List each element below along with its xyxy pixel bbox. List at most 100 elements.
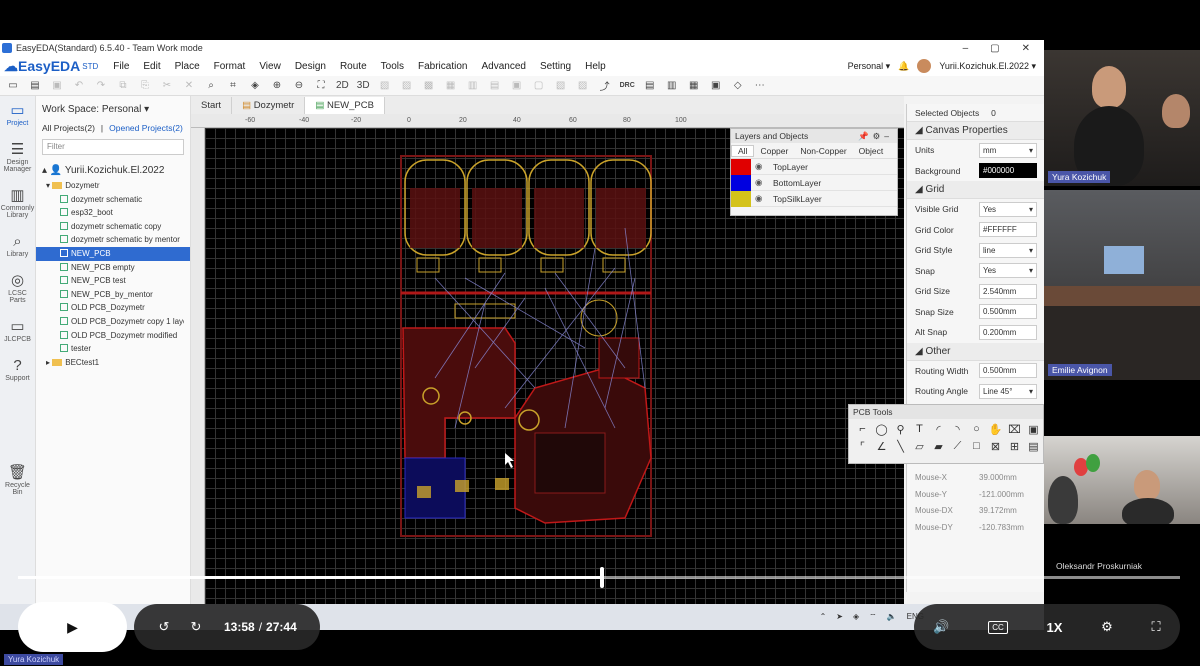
rail-jlcpcb[interactable]: ▭ JLCPCB (0, 318, 36, 343)
new-icon[interactable]: ▭ (6, 80, 20, 91)
image-icon[interactable]: ▣ (709, 80, 723, 91)
units-select[interactable]: mm ▾ (979, 142, 1037, 158)
tree-file[interactable]: tester (42, 342, 184, 356)
fit-icon[interactable]: ⛶ (314, 80, 328, 91)
menu-view[interactable]: View (252, 61, 288, 72)
tray-up-icon[interactable]: ⌃ (820, 612, 827, 622)
tool-icon[interactable]: ▨ (400, 80, 414, 91)
gerber-icon[interactable]: ▥ (665, 80, 679, 91)
workspace-dropdown[interactable]: Work Space: Personal ▾ (42, 104, 184, 115)
layer-row-topsilk[interactable]: ◉ TopSilkLayer (731, 190, 897, 207)
layers-tab-all[interactable]: All (731, 144, 755, 157)
layer-row-top[interactable]: ◉ TopLayer (731, 158, 897, 175)
menu-advanced[interactable]: Advanced (474, 61, 532, 72)
close-button[interactable]: ✕ (1022, 43, 1030, 54)
cut-icon[interactable]: ✂ (160, 80, 174, 91)
captions-button[interactable]: CC (988, 620, 1008, 634)
grid-header[interactable]: ◢ Grid (907, 181, 1044, 199)
avatar[interactable] (917, 59, 932, 73)
volume-icon[interactable]: 🔈 (887, 612, 897, 622)
grid-size-input[interactable]: 2.540mm (979, 283, 1037, 299)
view-3d-button[interactable]: 3D (357, 80, 370, 91)
rail-commonly-library[interactable]: ▥ Commonly Library (0, 187, 36, 219)
view-2d-button[interactable]: 2D (336, 80, 349, 91)
circle-icon[interactable]: ○ (967, 423, 986, 436)
rail-support[interactable]: ? Support (0, 357, 36, 382)
tree-file[interactable]: NEW_PCB test (42, 274, 184, 288)
tray-app-icon[interactable]: ◈ (853, 612, 859, 622)
angle-icon[interactable]: ∠ (872, 440, 891, 453)
copper-area-icon[interactable]: ▱ (910, 440, 929, 453)
workspace-selector[interactable]: Personal ▾ (848, 61, 891, 72)
measure-icon[interactable]: ⟋ (948, 440, 967, 453)
tab-start[interactable]: Start (191, 97, 233, 114)
zoom-out-icon[interactable]: ⊖ (292, 80, 306, 91)
opened-projects-link[interactable]: Opened Projects(2) (109, 123, 183, 133)
tree-file[interactable]: NEW_PCB_by_mentor (42, 288, 184, 302)
menu-edit[interactable]: Edit (136, 61, 167, 72)
tree-file[interactable]: NEW_PCB empty (42, 261, 184, 275)
forward-10-icon[interactable]: ↻ (180, 619, 212, 635)
user-menu[interactable]: Yurii.Kozichuk.El.2022 ▾ (939, 61, 1036, 72)
track-icon[interactable]: ⌐ (853, 423, 872, 436)
tab-new-pcb[interactable]: ▤ NEW_PCB (305, 97, 385, 114)
search-icon[interactable]: ⌕ (204, 80, 218, 91)
zoom-in-icon[interactable]: ⊕ (270, 80, 284, 91)
hole-icon[interactable]: ⊠ (986, 440, 1005, 453)
paste-icon[interactable]: ⎘ (138, 80, 152, 91)
hand-icon[interactable]: ✋ (986, 423, 1005, 436)
rail-recycle-bin[interactable]: 🗑 Recycle Bin (0, 464, 36, 496)
route-icon[interactable]: ⤴ (598, 78, 612, 93)
tool-icon[interactable]: ▧ (554, 80, 568, 91)
tool-icon[interactable]: ▦ (444, 80, 458, 91)
eye-icon[interactable]: ◉ (755, 177, 767, 188)
menu-place[interactable]: Place (168, 61, 207, 72)
menu-route[interactable]: Route (333, 61, 374, 72)
scrub-handle[interactable] (600, 567, 605, 588)
layer-color-swatch[interactable] (731, 174, 751, 191)
other-header[interactable]: ◢ Other (907, 342, 1044, 361)
tool-icon[interactable]: ▣ (510, 80, 524, 91)
tree-file[interactable]: OLD PCB_Dozymetr modified (42, 329, 184, 343)
rail-design-manager[interactable]: ☰ Design Manager (0, 141, 36, 173)
eye-icon[interactable]: ◉ (755, 161, 767, 172)
undo-icon[interactable]: ↶ (72, 80, 86, 91)
menu-setting[interactable]: Setting (533, 61, 578, 72)
layers-icon[interactable]: ◇ (731, 80, 745, 91)
network-icon[interactable]: ⌔ (869, 612, 877, 622)
menu-help[interactable]: Help (578, 61, 613, 72)
solid-region-icon[interactable]: ▰ (929, 440, 948, 453)
tool-icon[interactable]: ▧ (378, 80, 392, 91)
canvas-origin-icon[interactable]: ⊞ (1005, 440, 1024, 453)
arc2-icon[interactable]: ◝ (948, 423, 967, 436)
menu-tools[interactable]: Tools (374, 61, 411, 72)
tree-folder-bectest[interactable]: ▸ BECtest1 (42, 356, 184, 370)
delete-icon[interactable]: ✕ (182, 80, 196, 91)
rewind-10-icon[interactable]: ↺ (148, 619, 180, 635)
text-icon[interactable]: T (910, 423, 929, 436)
layer-color-swatch[interactable] (731, 158, 751, 175)
background-color-input[interactable]: #000000 (979, 163, 1037, 179)
menu-format[interactable]: Format (207, 61, 253, 72)
fullscreen-icon[interactable]: ⛶ (1151, 619, 1160, 635)
layer-color-swatch[interactable] (731, 190, 751, 207)
tool-icon[interactable]: ▩ (422, 80, 436, 91)
layer-row-bottom[interactable]: ◉ BottomLayer (731, 174, 897, 191)
rail-lcsc-parts[interactable]: ◎ LCSC Parts (0, 272, 36, 304)
snap-size-input[interactable]: 0.500mm (979, 304, 1037, 320)
filter-input[interactable]: Filter (42, 139, 184, 155)
menu-fabrication[interactable]: Fabrication (411, 61, 474, 72)
tool-icon[interactable]: ▨ (576, 80, 590, 91)
volume-icon[interactable]: 🔊 (933, 619, 949, 635)
tool-icon[interactable]: ▢ (532, 80, 546, 91)
bom-icon[interactable]: ▤ (643, 80, 657, 91)
canvas-properties-header[interactable]: ◢ Canvas Properties (907, 122, 1044, 140)
save-icon[interactable]: ▣ (50, 80, 64, 91)
rail-project[interactable]: ▭ Project (0, 102, 36, 127)
telegram-icon[interactable]: ➤ (836, 612, 843, 622)
tab-dozymetr[interactable]: ▤ Dozymetr (232, 97, 306, 114)
export-icon[interactable]: ▦ (687, 80, 701, 91)
tree-user[interactable]: ▴ 👤 Yurii.Kozichuk.El.2022 (42, 163, 184, 179)
settings-icon[interactable]: ⚙ (873, 131, 885, 141)
routing-width-input[interactable]: 0.500mm (979, 363, 1037, 379)
